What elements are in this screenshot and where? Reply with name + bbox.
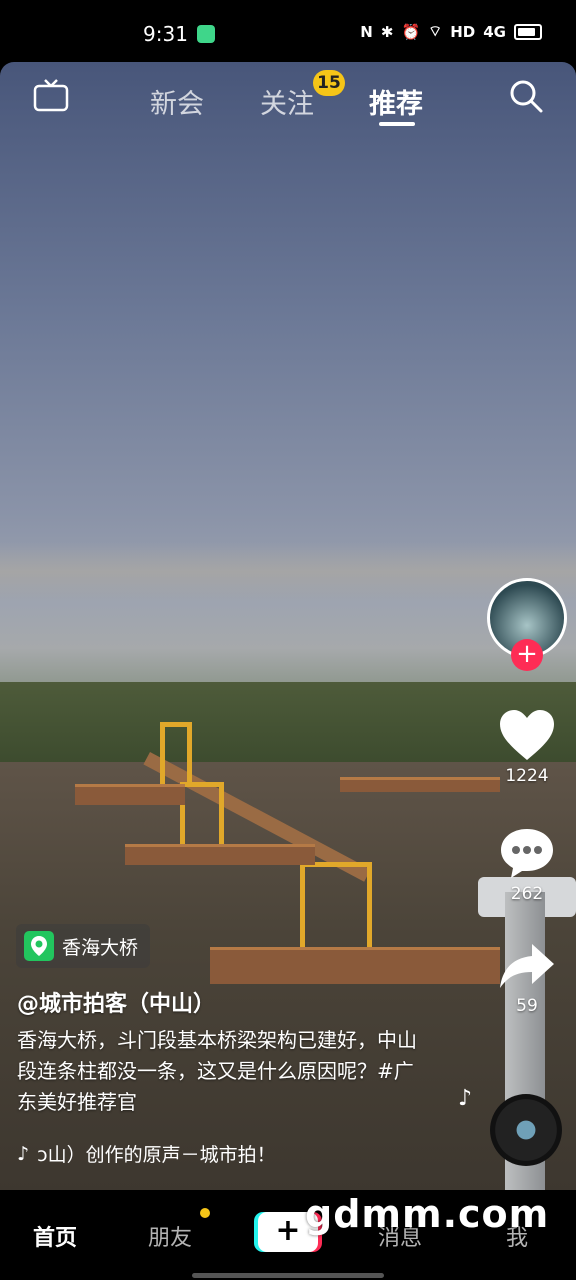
bluetooth-icon: ✱	[380, 22, 394, 41]
nav-friends[interactable]: 朋友	[148, 1220, 192, 1252]
like-count: 1224	[505, 766, 549, 786]
video-scene	[75, 784, 185, 805]
tab-following[interactable]: 关注	[260, 82, 314, 121]
comment-icon	[501, 829, 553, 878]
watermark: gdmm.com	[305, 1192, 550, 1236]
top-nav: 新会 关注 15 推荐	[0, 62, 576, 142]
video-scene	[300, 862, 372, 947]
following-badge: 15	[313, 70, 345, 96]
battery-icon	[514, 23, 542, 40]
like-button[interactable]: 1224	[496, 708, 558, 786]
nfc-icon: N	[360, 22, 373, 41]
music-title: ɔ山）创作的原声－城市拍！	[37, 1144, 276, 1166]
music-disc[interactable]	[490, 1094, 562, 1166]
author-name[interactable]: @城市拍客（中山）	[17, 986, 215, 1018]
status-time: 9:31	[143, 22, 188, 46]
video-scene	[0, 542, 576, 602]
heart-icon	[500, 710, 554, 760]
video-scene	[125, 844, 315, 865]
signal-label: 4G	[483, 22, 506, 41]
app-notification-icon	[197, 25, 215, 43]
comment-button[interactable]: 262	[496, 826, 558, 904]
wifi-icon: ⌔	[428, 22, 443, 40]
tab-new[interactable]: 新会	[150, 82, 204, 121]
video-description[interactable]: 香海大桥，斗门段基本桥梁架构已建好，中山段连条柱都没一条，这又是什么原因呢？#广…	[17, 1025, 417, 1118]
home-indicator	[192, 1273, 384, 1278]
network-label: HD	[450, 22, 476, 41]
alarm-icon: ⏰	[401, 22, 421, 41]
comment-count: 262	[510, 884, 544, 904]
music-info[interactable]: ♪ ɔ山）创作的原声－城市拍！	[17, 1140, 317, 1167]
music-note-icon: ♪	[458, 1086, 473, 1111]
nav-home[interactable]: 首页	[33, 1220, 77, 1252]
share-count: 59	[516, 996, 538, 1016]
friends-notification-dot	[200, 1208, 210, 1218]
share-button[interactable]: 59	[496, 940, 558, 1016]
location-tag[interactable]: 香海大桥	[16, 924, 151, 968]
video-scene	[210, 947, 500, 984]
status-bar: 9:31 N ✱ ⏰ ⌔ HD 4G	[0, 0, 576, 64]
status-icons: N ✱ ⏰ ⌔ HD 4G	[360, 22, 542, 41]
location-label: 香海大桥	[62, 936, 139, 959]
video-scene	[0, 682, 576, 772]
active-tab-indicator	[379, 122, 415, 126]
video-scene	[160, 722, 192, 787]
location-pin-icon	[24, 931, 54, 961]
video-scene	[340, 777, 500, 792]
search-icon[interactable]	[508, 78, 544, 114]
live-tv-icon[interactable]	[33, 78, 69, 114]
tiktok-note-icon: ♪	[17, 1142, 30, 1165]
follow-button[interactable]: +	[511, 639, 543, 671]
tab-recommended[interactable]: 推荐	[369, 82, 423, 121]
share-icon	[500, 944, 554, 988]
